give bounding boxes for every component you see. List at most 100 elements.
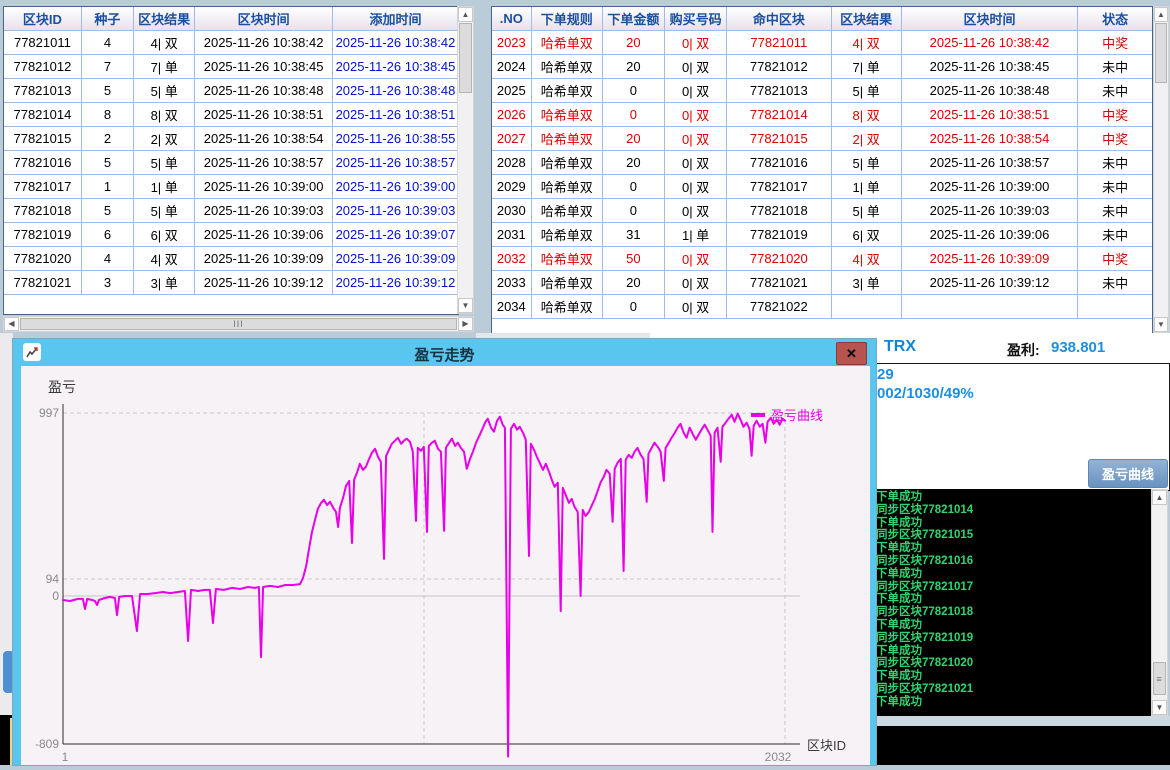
scrollbar-thumb[interactable]: ≡ bbox=[1153, 662, 1166, 695]
col-header-status[interactable]: 状态 bbox=[1078, 7, 1152, 31]
table-row[interactable]: 2026哈希单双00| 双778210148| 双2025-11-26 10:3… bbox=[492, 103, 1152, 127]
table-header-row: .NO 下单规则 下单金额 购买号码 命中区块 区块结果 区块时间 状态 bbox=[492, 7, 1152, 31]
table-cell: 4| 双 bbox=[134, 247, 195, 271]
table-cell: 2025-11-26 10:38:45 bbox=[332, 55, 458, 79]
table-cell: 77821012 bbox=[4, 55, 81, 79]
table-cell: 2025-11-26 10:38:42 bbox=[901, 31, 1078, 55]
table-cell: 77821014 bbox=[4, 103, 81, 127]
table-row[interactable]: 7782101488| 双2025-11-26 10:38:512025-11-… bbox=[4, 103, 458, 127]
scroll-down-icon[interactable]: ▼ bbox=[458, 298, 473, 313]
table-cell: 未中 bbox=[1078, 151, 1152, 175]
table-cell: 77821017 bbox=[727, 175, 831, 199]
orders-table-vscrollbar[interactable]: ▲ ▼ bbox=[1153, 6, 1169, 333]
table-cell: 0 bbox=[602, 103, 664, 127]
table-row[interactable]: 2025哈希单双00| 双778210135| 单2025-11-26 10:3… bbox=[492, 79, 1152, 103]
table-cell: 8| 双 bbox=[134, 103, 195, 127]
table-cell: 20 bbox=[602, 127, 664, 151]
table-cell: 77821021 bbox=[4, 271, 81, 295]
scroll-left-icon[interactable]: ◀ bbox=[4, 317, 19, 331]
table-cell: 77821013 bbox=[727, 79, 831, 103]
console-vscrollbar[interactable]: ▲ ≡ ▼ bbox=[1151, 489, 1168, 716]
table-cell: 哈希单双 bbox=[531, 55, 602, 79]
y-axis-title: 盈亏 bbox=[48, 379, 76, 395]
col-header-hit-block[interactable]: 命中区块 bbox=[727, 7, 831, 31]
table-cell: 1| 单 bbox=[134, 175, 195, 199]
table-cell: 中奖 bbox=[1078, 127, 1152, 151]
col-header-amount[interactable]: 下单金额 bbox=[602, 7, 664, 31]
scroll-up-icon[interactable]: ▲ bbox=[458, 7, 473, 22]
col-header-buy-number[interactable]: 购买号码 bbox=[665, 7, 727, 31]
table-row[interactable]: 7782101855| 单2025-11-26 10:39:032025-11-… bbox=[4, 199, 458, 223]
table-cell: 哈希单双 bbox=[531, 175, 602, 199]
table-cell: 4| 双 bbox=[134, 31, 195, 55]
table-cell: 20 bbox=[602, 151, 664, 175]
table-row[interactable]: 2024哈希单双200| 双778210127| 单2025-11-26 10:… bbox=[492, 55, 1152, 79]
table-row[interactable]: 2034哈希单双00| 双77821022 bbox=[492, 295, 1152, 319]
scroll-down-icon[interactable]: ▼ bbox=[1152, 700, 1167, 715]
blocks-table-hscrollbar[interactable]: ◀ III ▶ bbox=[3, 316, 474, 332]
coin-label: TRX bbox=[884, 338, 916, 356]
table-row[interactable]: 2023哈希单双200| 双778210114| 双2025-11-26 10:… bbox=[492, 31, 1152, 55]
table-cell: 未中 bbox=[1078, 79, 1152, 103]
table-cell: 2025-11-26 10:39:09 bbox=[195, 247, 333, 271]
dialog-title: 盈亏走势 bbox=[13, 344, 876, 365]
col-header-add-time[interactable]: 添加时间 bbox=[332, 7, 458, 31]
table-cell: 2026 bbox=[492, 103, 531, 127]
table-row[interactable]: 7782101277| 单2025-11-26 10:38:452025-11-… bbox=[4, 55, 458, 79]
table-cell: 5 bbox=[81, 79, 133, 103]
table-row[interactable]: 2029哈希单双00| 双778210171| 单2025-11-26 10:3… bbox=[492, 175, 1152, 199]
table-row[interactable]: 7782101355| 单2025-11-26 10:38:482025-11-… bbox=[4, 79, 458, 103]
scroll-up-icon[interactable]: ▲ bbox=[1152, 490, 1167, 505]
table-cell: 4 bbox=[81, 31, 133, 55]
col-header-no[interactable]: .NO bbox=[492, 7, 531, 31]
scroll-right-icon[interactable]: ▶ bbox=[458, 317, 473, 331]
table-row[interactable]: 2033哈希单双200| 双778210213| 单2025-11-26 10:… bbox=[492, 271, 1152, 295]
table-row[interactable]: 2030哈希单双00| 双778210185| 单2025-11-26 10:3… bbox=[492, 199, 1152, 223]
table-cell: 77821015 bbox=[727, 127, 831, 151]
table-cell: 7 bbox=[81, 55, 133, 79]
col-header-block-result[interactable]: 区块结果 bbox=[831, 7, 901, 31]
table-cell: 77821014 bbox=[727, 103, 831, 127]
scrollbar-thumb[interactable] bbox=[459, 23, 472, 93]
table-cell: 哈希单双 bbox=[531, 31, 602, 55]
table-cell: 0| 双 bbox=[665, 103, 727, 127]
table-row[interactable]: 2032哈希单双500| 双778210204| 双2025-11-26 10:… bbox=[492, 247, 1152, 271]
table-row[interactable]: 7782102133| 单2025-11-26 10:39:122025-11-… bbox=[4, 271, 458, 295]
table-cell: 0 bbox=[602, 175, 664, 199]
table-cell: 2025-11-26 10:38:57 bbox=[195, 151, 333, 175]
dialog-titlebar[interactable]: 盈亏走势 ✕ bbox=[13, 339, 876, 366]
table-cell: 4| 双 bbox=[831, 247, 901, 271]
col-header-block-result[interactable]: 区块结果 bbox=[134, 7, 195, 31]
table-row[interactable]: 7782101655| 单2025-11-26 10:38:572025-11-… bbox=[4, 151, 458, 175]
scroll-down-icon[interactable]: ▼ bbox=[1154, 317, 1168, 332]
table-cell: 2025-11-26 10:38:48 bbox=[195, 79, 333, 103]
table-row[interactable]: 7782101144| 双2025-11-26 10:38:422025-11-… bbox=[4, 31, 458, 55]
table-row[interactable]: 7782102044| 双2025-11-26 10:39:092025-11-… bbox=[4, 247, 458, 271]
table-row[interactable]: 7782101711| 单2025-11-26 10:39:002025-11-… bbox=[4, 175, 458, 199]
close-icon: ✕ bbox=[846, 346, 857, 362]
table-row[interactable]: 7782101966| 双2025-11-26 10:39:062025-11-… bbox=[4, 223, 458, 247]
stats-line: 29 bbox=[877, 366, 894, 383]
table-cell: 2031 bbox=[492, 223, 531, 247]
table-row[interactable]: 2027哈希单双200| 双778210152| 双2025-11-26 10:… bbox=[492, 127, 1152, 151]
col-header-block-time[interactable]: 区块时间 bbox=[901, 7, 1078, 31]
col-header-block-time[interactable]: 区块时间 bbox=[195, 7, 333, 31]
table-cell: 77821017 bbox=[4, 175, 81, 199]
table-row[interactable]: 2028哈希单双200| 双778210165| 单2025-11-26 10:… bbox=[492, 151, 1152, 175]
col-header-block-id[interactable]: 区块ID bbox=[4, 7, 81, 31]
scrollbar-thumb[interactable]: III bbox=[20, 318, 457, 330]
table-cell: 31 bbox=[602, 223, 664, 247]
col-header-rule[interactable]: 下单规则 bbox=[531, 7, 602, 31]
blocks-table-vscrollbar[interactable]: ▲ ▼ bbox=[457, 6, 474, 314]
table-row[interactable]: 7782101522| 双2025-11-26 10:38:542025-11-… bbox=[4, 127, 458, 151]
col-header-seed[interactable]: 种子 bbox=[81, 7, 133, 31]
profit-curve-button[interactable]: 盈亏曲线 bbox=[1088, 459, 1168, 488]
table-cell: 未中 bbox=[1078, 175, 1152, 199]
scroll-up-icon[interactable]: ▲ bbox=[1154, 7, 1168, 22]
close-button[interactable]: ✕ bbox=[836, 342, 867, 365]
scrollbar-thumb[interactable] bbox=[1155, 23, 1167, 83]
profit-trend-dialog: 盈亏走势 ✕ 盈亏 997 94 0 -809 1 2032 区块ID bbox=[13, 339, 876, 765]
x-axis-title: 区块ID bbox=[807, 738, 846, 753]
table-row[interactable]: 2031哈希单双311| 单778210196| 双2025-11-26 10:… bbox=[492, 223, 1152, 247]
table-cell: 未中 bbox=[1078, 55, 1152, 79]
